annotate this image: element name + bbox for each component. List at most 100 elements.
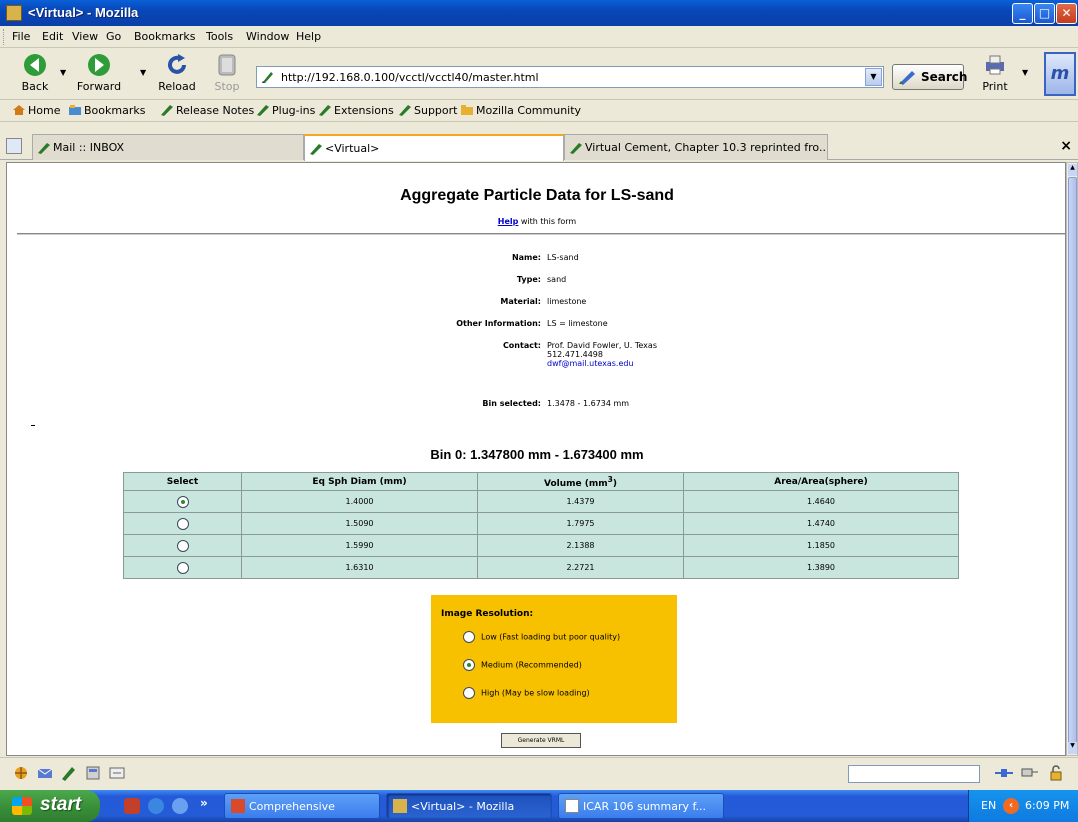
language-indicator[interactable]: EN	[981, 799, 996, 812]
table-row: 1.6310 2.2721 1.3890	[123, 556, 959, 579]
navigator-icon[interactable]	[12, 765, 30, 781]
folder-icon	[461, 105, 473, 115]
quicklaunch-browser-icon[interactable]	[148, 798, 164, 814]
maximize-button[interactable]: □	[1034, 3, 1055, 24]
status-bar	[0, 757, 1078, 789]
bookmark-plugins[interactable]: Plug-ins	[256, 104, 315, 117]
taskbar-item-icar[interactable]: ICAR 106 summary f...	[558, 793, 724, 819]
image-resolution-box: Image Resolution: Low (Fast loading but …	[431, 595, 677, 723]
scroll-up-icon[interactable]: ▲	[1068, 164, 1077, 176]
start-button[interactable]: start	[0, 790, 100, 822]
taskbar-item-mozilla[interactable]: <Virtual> - Mozilla	[386, 793, 552, 819]
stop-button[interactable]: Stop	[204, 50, 250, 98]
reload-button[interactable]: Reload	[154, 50, 200, 98]
quicklaunch-app-icon[interactable]	[124, 798, 140, 814]
menu-file[interactable]: File	[12, 30, 30, 43]
window-title: <Virtual> - Mozilla	[28, 5, 139, 20]
window-titlebar[interactable]: <Virtual> - Mozilla _ □ ✕	[0, 0, 1078, 26]
back-dropdown-icon[interactable]: ▼	[60, 68, 66, 77]
particle-radio-0[interactable]	[176, 495, 189, 508]
help-link[interactable]: Help	[498, 217, 519, 226]
quicklaunch-more-icon[interactable]: »	[200, 796, 208, 810]
bookmark-icon	[38, 143, 50, 154]
quicklaunch-messenger-icon[interactable]	[172, 798, 188, 814]
bin-selected-value: 1.3478 - 1.6734 mm	[547, 399, 630, 408]
search-label: Search	[921, 70, 968, 84]
system-clock[interactable]: 6:09 PM	[1025, 799, 1069, 812]
minimize-button[interactable]: _	[1012, 3, 1033, 24]
url-history-dropdown-icon[interactable]: ▼	[865, 68, 882, 86]
generate-vrml-button[interactable]: Generate VRML	[501, 733, 581, 748]
url-bar[interactable]: ▼	[256, 66, 884, 88]
resolution-option-medium[interactable]: Medium (Recommended)	[463, 659, 582, 671]
resolution-radio-medium[interactable]	[463, 659, 475, 671]
volume-cell: 2.1388	[477, 534, 684, 557]
mail-icon[interactable]	[36, 765, 54, 781]
bookmark-plugins-label: Plug-ins	[272, 104, 316, 117]
taskbar-item-comprehensive[interactable]: Comprehensive	[224, 793, 380, 819]
particle-radio-3[interactable]	[176, 561, 189, 574]
select-cell	[123, 490, 242, 513]
volume-header: Volume (mm3)	[477, 472, 684, 491]
menu-edit[interactable]: Edit	[42, 30, 63, 43]
close-window-button[interactable]: ✕	[1056, 3, 1077, 24]
stop-icon	[218, 54, 236, 76]
office-doc-icon	[231, 799, 245, 813]
menu-tools[interactable]: Tools	[206, 30, 233, 43]
chat-icon[interactable]	[108, 765, 126, 781]
forward-button[interactable]: Forward	[76, 50, 122, 98]
toolbar-grip[interactable]	[3, 29, 6, 45]
online-status-icon[interactable]	[994, 765, 1014, 781]
scroll-down-icon[interactable]: ▼	[1068, 742, 1077, 754]
area-cell: 1.3890	[683, 556, 959, 579]
bookmark-support[interactable]: Support	[398, 104, 457, 117]
resolution-radio-high[interactable]	[463, 687, 475, 699]
show-hidden-icons-icon[interactable]: ‹	[1003, 798, 1019, 814]
resolution-option-low[interactable]: Low (Fast loading but poor quality)	[463, 631, 620, 643]
menu-help[interactable]: Help	[296, 30, 321, 43]
tab-mail-inbox[interactable]: Mail :: INBOX	[32, 134, 304, 160]
page-scrollbar[interactable]: ▲ ▼	[1066, 162, 1078, 756]
reload-icon	[168, 54, 186, 74]
stop-label: Stop	[214, 80, 240, 93]
bookmark-extensions[interactable]: Extensions	[318, 104, 394, 117]
table-row: 1.4000 1.4379 1.4640	[123, 490, 959, 513]
menu-bookmarks[interactable]: Bookmarks	[134, 30, 195, 43]
menu-window[interactable]: Window	[246, 30, 289, 43]
menu-view[interactable]: View	[72, 30, 98, 43]
select-header: Select	[123, 472, 242, 491]
bookmark-mozilla-community[interactable]: Mozilla Community	[460, 104, 581, 117]
bookmark-home[interactable]: Home	[12, 104, 60, 117]
tab-virtual-cement[interactable]: Virtual Cement, Chapter 10.3 reprinted f…	[564, 134, 828, 160]
back-button[interactable]: Back	[12, 50, 58, 98]
tab-virtual[interactable]: <Virtual>	[304, 134, 564, 161]
stray-dash	[31, 425, 35, 426]
bookmark-bookmarks[interactable]: Bookmarks	[68, 104, 145, 117]
help-line: Help with this form	[7, 217, 1065, 226]
close-tab-icon[interactable]: ×	[1060, 138, 1072, 154]
search-button[interactable]: Search	[892, 64, 968, 90]
mozilla-throbber-logo[interactable]: m	[1044, 52, 1076, 96]
url-input[interactable]	[279, 68, 859, 86]
new-tab-icon[interactable]	[6, 138, 22, 154]
particle-radio-2[interactable]	[176, 539, 189, 552]
menu-go[interactable]: Go	[106, 30, 121, 43]
security-lock-icon[interactable]	[1046, 765, 1066, 781]
print-button[interactable]: Print	[972, 50, 1018, 98]
address-book-icon[interactable]	[84, 765, 102, 781]
contact-name: Prof. David Fowler, U. Texas	[547, 341, 657, 350]
particle-table: Select Eq Sph Diam (mm) Volume (mm3) Are…	[123, 472, 959, 579]
network-icon[interactable]	[1020, 765, 1040, 781]
scroll-thumb[interactable]	[1068, 177, 1077, 745]
particle-radio-1[interactable]	[176, 517, 189, 530]
resolution-radio-low[interactable]	[463, 631, 475, 643]
taskbar-item-label: <Virtual> - Mozilla	[411, 800, 515, 813]
bookmark-icon	[570, 143, 582, 154]
composer-icon[interactable]	[60, 765, 78, 781]
bookmark-release-notes[interactable]: Release Notes	[160, 104, 254, 117]
resolution-option-high[interactable]: High (May be slow loading)	[463, 687, 590, 699]
back-label: Back	[21, 80, 49, 93]
contact-email-link[interactable]: dwf@mail.utexas.edu	[547, 359, 634, 368]
forward-dropdown-icon[interactable]: ▼	[140, 68, 146, 77]
print-dropdown-icon[interactable]: ▼	[1022, 68, 1028, 77]
